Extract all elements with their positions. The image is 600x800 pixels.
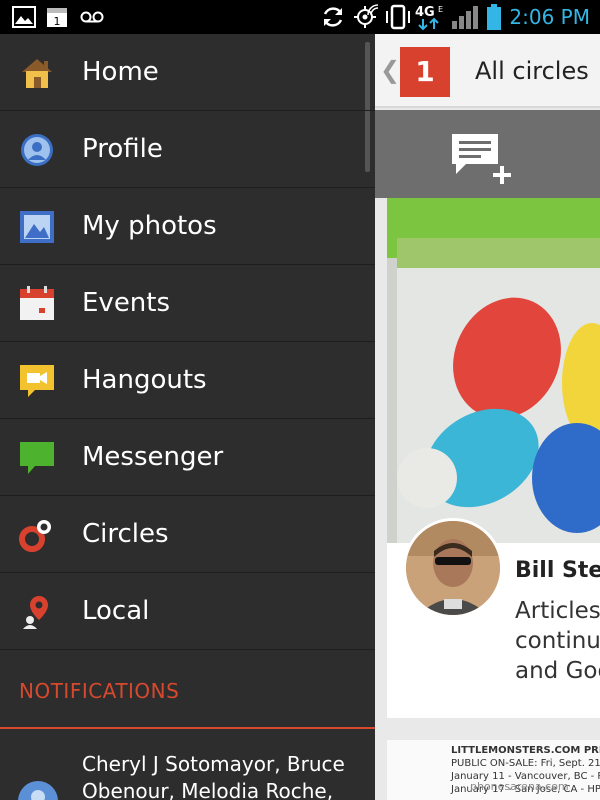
circle-selector[interactable]: All circles <box>475 34 589 108</box>
avatar <box>18 781 58 800</box>
stream-panel: ❮ 1 All circles Bill Ste Articles contin… <box>375 34 600 800</box>
nav-item-hangouts[interactable]: Hangouts <box>0 342 375 419</box>
nav-drawer: Home Profile My photos Events Hangouts M… <box>0 34 375 800</box>
events-icon <box>19 286 55 322</box>
nav-item-label: My photos <box>82 211 217 241</box>
post-snippet: Articles continu and Goo <box>515 598 600 684</box>
notifications-header: NOTIFICATIONS <box>0 654 375 729</box>
battery-icon <box>486 0 502 34</box>
author-name[interactable]: Bill Stel <box>515 558 600 583</box>
vibrate-icon <box>384 0 412 34</box>
gallery-icon <box>12 0 36 34</box>
watermark: phonesarena.com <box>470 780 569 793</box>
svg-text:E: E <box>438 5 443 14</box>
nav-item-label: Local <box>82 596 150 626</box>
nav-item-label: Events <box>82 288 171 318</box>
ad-line: PUBLIC ON-SALE: Fri, Sept. 21 @ <box>451 758 600 769</box>
notification-count-badge[interactable]: 1 <box>400 47 450 97</box>
signal-icon <box>451 0 481 34</box>
hangouts-icon <box>19 363 55 399</box>
nav-item-my-photos[interactable]: My photos <box>0 188 375 265</box>
compose-bar <box>375 110 600 198</box>
messenger-icon <box>19 440 55 476</box>
action-bar: ❮ 1 All circles <box>375 34 600 108</box>
voicemail-icon <box>80 0 104 34</box>
author-avatar[interactable] <box>403 518 503 618</box>
svg-text:4G: 4G <box>415 5 435 20</box>
nav-item-messenger[interactable]: Messenger <box>0 419 375 496</box>
ad-line: LITTLEMONSTERS.COM PRE-SAL <box>451 745 600 756</box>
nav-item-label: Home <box>82 57 159 87</box>
nav-item-label: Circles <box>82 519 169 549</box>
post-image[interactable] <box>387 198 600 543</box>
nav-item-profile[interactable]: Profile <box>0 111 375 188</box>
notifications-header-label: NOTIFICATIONS <box>19 679 180 703</box>
notification-text: Cheryl J Sotomayor, Bruce Obenour, Melod… <box>82 752 345 800</box>
nav-item-events[interactable]: Events <box>0 265 375 342</box>
wifi-icon <box>366 0 382 28</box>
post-card[interactable]: Bill Stel Articles continu and Goo <box>387 198 600 718</box>
local-icon <box>19 594 55 630</box>
home-icon <box>19 55 55 91</box>
photos-icon <box>19 209 55 245</box>
svg-text:1: 1 <box>54 15 61 28</box>
nav-item-home[interactable]: Home <box>0 34 375 111</box>
network-4g-icon: 4G E <box>414 0 448 34</box>
nav-item-circles[interactable]: Circles <box>0 496 375 573</box>
calendar-icon: 1 <box>46 0 68 34</box>
back-chevron-icon[interactable]: ❮ <box>380 56 400 84</box>
new-post-icon[interactable] <box>450 132 518 188</box>
nav-item-label: Profile <box>82 134 163 164</box>
nav-item-label: Hangouts <box>82 365 207 395</box>
nav-item-local[interactable]: Local <box>0 573 375 650</box>
status-bar: 1 4G E 2:06 PM <box>0 0 600 34</box>
status-time: 2:06 PM <box>509 5 590 29</box>
sync-icon <box>320 0 346 34</box>
nav-item-label: Messenger <box>82 442 224 472</box>
profile-icon <box>19 132 55 168</box>
notification-item[interactable]: Cheryl J Sotomayor, Bruce Obenour, Melod… <box>0 731 375 800</box>
circles-icon <box>19 517 55 553</box>
